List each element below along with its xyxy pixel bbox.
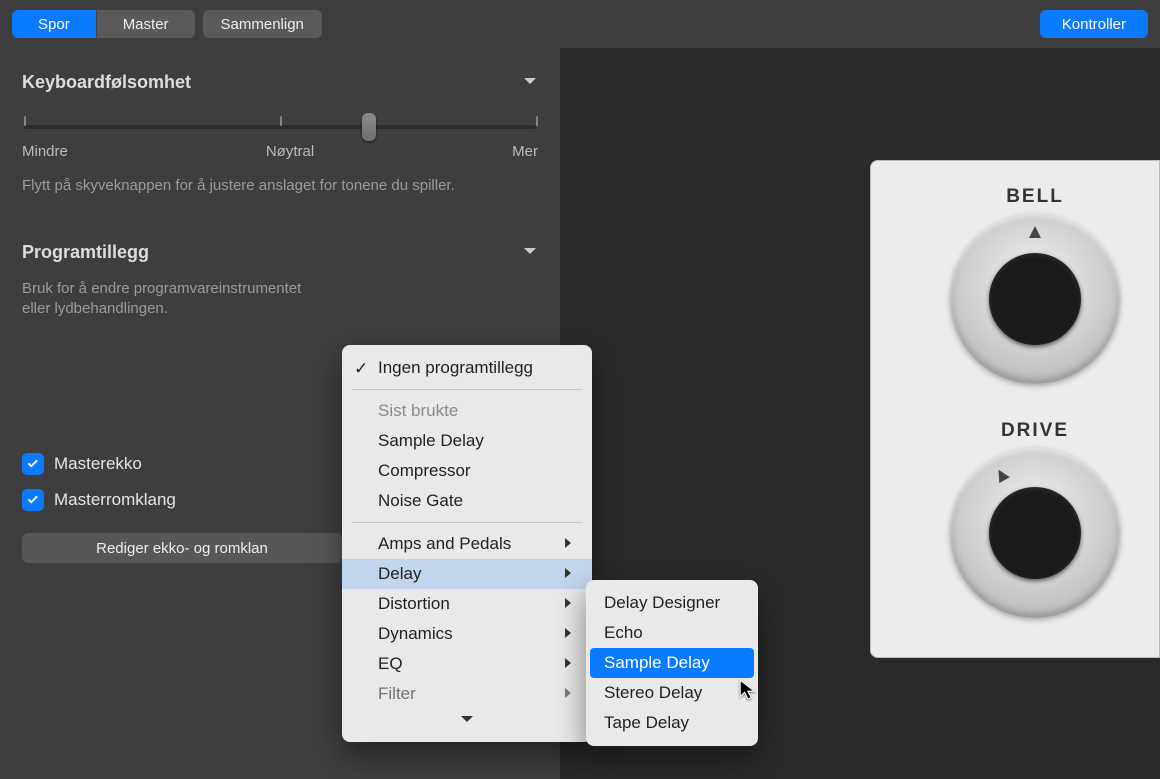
menu-separator <box>352 389 582 390</box>
chevron-right-icon <box>562 684 574 704</box>
knob-label-drive: DRIVE <box>950 420 1120 442</box>
chevron-down-icon <box>522 243 538 264</box>
chevron-right-icon <box>562 594 574 614</box>
submenu-item-delay-designer[interactable]: Delay Designer <box>586 588 758 618</box>
slider-label-neutral: Nøytral <box>266 143 314 160</box>
submenu-item-sample-delay[interactable]: Sample Delay <box>590 648 754 678</box>
menu-item-dynamics[interactable]: Dynamics <box>342 619 592 649</box>
slider-label-more: Mer <box>512 143 538 160</box>
menu-item-recent-2[interactable]: Noise Gate <box>342 486 592 516</box>
keyboard-help-text: Flytt på skyveknappen for å justere ansl… <box>22 176 538 196</box>
chevron-right-icon <box>562 624 574 644</box>
hardware-panel: BELL DRIVE <box>870 160 1160 658</box>
bell-knob[interactable] <box>950 214 1120 384</box>
tab-spor[interactable]: Spor <box>12 10 96 38</box>
menu-item-amps-pedals[interactable]: Amps and Pedals <box>342 529 592 559</box>
toolbar: Spor Master Sammenlign Kontroller <box>0 0 1160 48</box>
menu-item-eq[interactable]: EQ <box>342 649 592 679</box>
menu-item-filter[interactable]: Filter <box>342 679 592 709</box>
submenu-item-stereo-delay[interactable]: Stereo Delay <box>586 678 758 708</box>
plugins-header[interactable]: Programtillegg <box>22 228 538 271</box>
chevron-right-icon <box>562 654 574 674</box>
submenu-item-echo[interactable]: Echo <box>586 618 758 648</box>
chevron-right-icon <box>562 564 574 584</box>
plugins-title: Programtillegg <box>22 242 149 263</box>
master-echo-checkbox[interactable] <box>22 453 44 475</box>
menu-item-distortion[interactable]: Distortion <box>342 589 592 619</box>
master-reverb-label: Masterromklang <box>54 490 176 510</box>
keyboard-sensitivity-header[interactable]: Keyboardfølsomhet <box>22 58 538 101</box>
menu-item-delay[interactable]: Delay <box>342 559 592 589</box>
menu-item-recent-1[interactable]: Compressor <box>342 456 592 486</box>
chevron-right-icon <box>562 534 574 554</box>
menu-separator <box>352 522 582 523</box>
controller-button[interactable]: Kontroller <box>1040 10 1148 38</box>
delay-submenu: Delay Designer Echo Sample Delay Stereo … <box>586 580 758 746</box>
chevron-down-icon <box>522 73 538 94</box>
plugin-menu: ✓ Ingen programtillegg Sist brukte Sampl… <box>342 345 592 742</box>
menu-scroll-down-icon[interactable] <box>342 709 592 734</box>
tab-master[interactable]: Master <box>96 10 195 38</box>
plugins-help-text: Bruk for å endre programvareinstrumentet… <box>22 279 322 320</box>
slider-label-less: Mindre <box>22 143 68 160</box>
master-echo-label: Masterekko <box>54 454 142 474</box>
master-reverb-checkbox[interactable] <box>22 489 44 511</box>
track-master-segment: Spor Master <box>12 10 195 38</box>
submenu-item-tape-delay[interactable]: Tape Delay <box>586 708 758 738</box>
drive-knob[interactable] <box>950 448 1120 618</box>
keyboard-title: Keyboardfølsomhet <box>22 72 191 93</box>
cursor-icon <box>738 678 760 705</box>
knob-label-bell: BELL <box>950 186 1120 208</box>
menu-header-recent: Sist brukte <box>342 396 592 426</box>
keyboard-sensitivity-slider[interactable]: Mindre Nøytral Mer <box>22 101 538 168</box>
check-icon: ✓ <box>354 359 368 379</box>
edit-echo-reverb-button[interactable]: Rediger ekko- og romklan <box>22 533 342 563</box>
menu-item-no-plugin[interactable]: ✓ Ingen programtillegg <box>342 353 592 383</box>
compare-button[interactable]: Sammenlign <box>203 10 322 38</box>
menu-item-recent-0[interactable]: Sample Delay <box>342 426 592 456</box>
